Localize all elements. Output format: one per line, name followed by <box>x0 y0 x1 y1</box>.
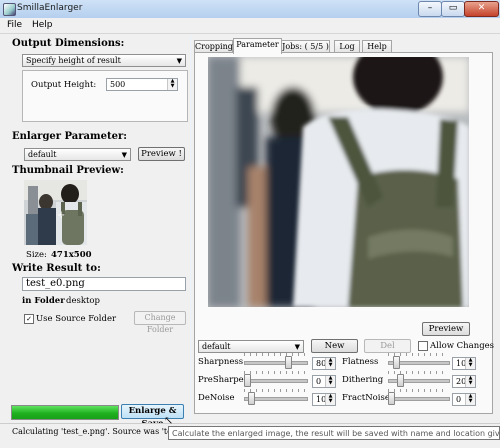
enlarger-parameter-heading: Enlarger Parameter: <box>12 131 127 142</box>
dimension-mode-value: Specify height of result <box>26 56 121 65</box>
stepper-arrows-icon[interactable]: ▲ ▼ <box>325 376 335 387</box>
parameter-preset-select[interactable]: default ▼ <box>198 340 304 353</box>
denoise-label: DeNoise <box>198 393 235 403</box>
chevron-down-icon: ▼ <box>294 343 300 351</box>
use-source-folder-label: Use Source Folder <box>36 314 117 324</box>
delete-preset-button[interactable]: Del <box>364 339 411 353</box>
stepper-arrows-icon[interactable]: ▲ ▼ <box>325 394 335 405</box>
stepper-arrows-icon[interactable]: ▲ ▼ <box>167 79 177 90</box>
fractnoise-value: 0 <box>456 395 462 404</box>
allow-changes-label: Allow Changes <box>430 341 495 351</box>
slider-ticks <box>244 371 306 374</box>
fractnoise-slider-thumb[interactable] <box>388 392 395 405</box>
folder-value: desktop <box>66 296 100 306</box>
flatness-label: Flatness <box>342 357 379 367</box>
use-source-folder-checkbox[interactable]: ✓ <box>24 314 34 324</box>
presharpen-slider-thumb[interactable] <box>244 374 251 387</box>
sharpness-slider-thumb[interactable] <box>285 356 292 369</box>
fractnoise-slider[interactable] <box>388 397 450 401</box>
slider-ticks <box>388 389 448 392</box>
dimension-mode-select[interactable]: Specify height of result ▼ <box>22 54 186 67</box>
sharpness-stepper[interactable]: 80 ▲ ▼ <box>312 357 336 370</box>
flatness-stepper[interactable]: 10 ▲ ▼ <box>452 357 476 370</box>
slider-ticks <box>244 353 306 356</box>
change-folder-button[interactable]: Change Folder <box>134 311 186 334</box>
chevron-down-icon: ▼ <box>121 151 127 159</box>
output-height-stepper[interactable]: 500 ▲ ▼ <box>106 78 178 91</box>
fractnoise-stepper[interactable]: 0 ▲ ▼ <box>452 393 476 406</box>
stepper-arrows-icon[interactable]: ▲ ▼ <box>465 376 475 387</box>
title-bar[interactable]: SmillaEnlarger – ▭ ✕ <box>0 0 500 19</box>
enlarger-preset-value: default <box>28 150 57 159</box>
dithering-stepper[interactable]: 20 ▲ ▼ <box>452 375 476 388</box>
folder-label: in Folder <box>22 296 65 306</box>
stepper-arrows-icon[interactable]: ▲ ▼ <box>325 358 335 369</box>
new-preset-button[interactable]: New <box>311 339 358 353</box>
enlarger-preset-select[interactable]: default ▼ <box>24 148 131 161</box>
output-dimensions-heading: Output Dimensions: <box>12 38 125 49</box>
preview-button[interactable]: Preview ! <box>138 147 185 161</box>
chevron-down-icon: ▼ <box>176 57 182 65</box>
app-icon <box>3 3 16 16</box>
menu-help[interactable]: Help <box>32 20 53 30</box>
enlarge-save-button[interactable]: Enlarge & Save <box>121 404 184 429</box>
size-label: Size: <box>26 250 47 260</box>
size-value: 471x500 <box>51 250 92 260</box>
denoise-slider-thumb[interactable] <box>248 392 255 405</box>
minimize-button[interactable]: – <box>418 1 442 17</box>
progress-fill <box>12 406 118 419</box>
status-text: Calculating 'test_e.png'. Source was 'te… <box>12 427 172 436</box>
write-result-heading: Write Result to: <box>12 263 101 274</box>
presharpen-label: PreSharpen <box>198 375 250 385</box>
window-title: SmillaEnlarger <box>17 3 83 13</box>
output-filename-input[interactable]: test_e0.png <box>22 277 186 291</box>
presharpen-slider[interactable] <box>244 379 308 383</box>
progress-bar <box>11 405 119 420</box>
sharpness-label: Sharpness <box>198 357 244 367</box>
output-height-value: 500 <box>110 80 126 89</box>
thumbnail-preview-heading: Thumbnail Preview: <box>12 165 124 176</box>
stepper-arrows-icon[interactable]: ▲ ▼ <box>465 358 475 369</box>
flatness-slider-thumb[interactable] <box>393 356 400 369</box>
tab-preview-button[interactable]: Preview <box>422 322 470 336</box>
parameter-preset-value: default <box>202 342 231 351</box>
denoise-stepper[interactable]: 10 ▲ ▼ <box>312 393 336 406</box>
tooltip: Calculate the enlarged image, the result… <box>168 426 500 440</box>
crosshair-icon: + <box>57 210 66 221</box>
preview-image[interactable] <box>208 57 469 307</box>
fractnoise-label: FractNoise <box>342 393 390 403</box>
output-height-label: Output Height: <box>31 80 97 90</box>
tab-parameter[interactable]: Parameter <box>233 38 282 54</box>
menu-file[interactable]: File <box>7 20 22 30</box>
stepper-arrows-icon[interactable]: ▲ ▼ <box>465 394 475 405</box>
presharpen-value: 0 <box>316 377 322 386</box>
sharpness-slider[interactable] <box>244 361 308 365</box>
maximize-button[interactable]: ▭ <box>441 1 465 17</box>
thumbnail-image[interactable]: + <box>24 180 87 245</box>
dithering-label: Dithering <box>342 375 384 385</box>
dithering-slider-thumb[interactable] <box>397 374 404 387</box>
presharpen-stepper[interactable]: 0 ▲ ▼ <box>312 375 336 388</box>
menu-bar: File Help <box>0 18 500 34</box>
allow-changes-checkbox[interactable] <box>418 341 428 351</box>
close-button[interactable]: ✕ <box>464 1 499 17</box>
